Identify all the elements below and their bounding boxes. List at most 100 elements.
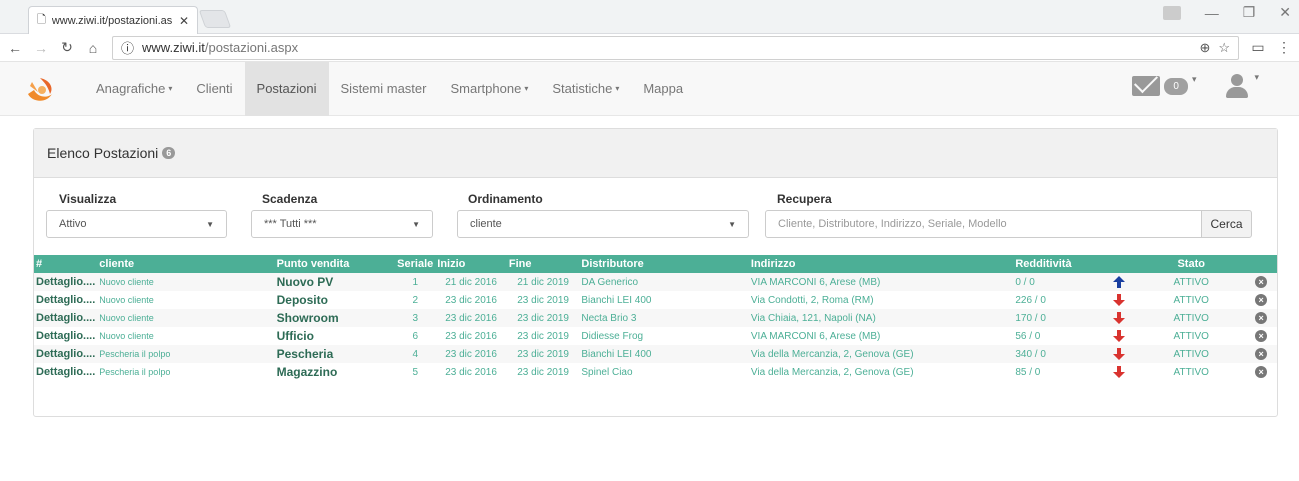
logo-icon[interactable]	[24, 72, 58, 106]
fine-cell: 23 dic 2019	[517, 366, 569, 378]
search-button[interactable]: Cerca	[1201, 210, 1252, 238]
search-input[interactable]: Cliente, Distributore, Indirizzo, Serial…	[765, 210, 1202, 238]
remove-icon[interactable]: ×	[1255, 276, 1268, 288]
detail-link[interactable]: Dettaglio....	[34, 309, 98, 327]
punto-vendita-cell: Nuovo PV	[274, 273, 396, 291]
col-hash[interactable]: #	[34, 255, 98, 273]
ordinamento-label: Ordinamento	[468, 192, 543, 206]
postazioni-table: # cliente Punto vendita Seriale Inizio F…	[34, 255, 1277, 381]
cast-icon[interactable]: ▭	[1251, 39, 1265, 56]
nav-sistemi-master[interactable]: Sistemi master	[329, 62, 439, 116]
detail-link[interactable]: Dettaglio....	[34, 345, 98, 363]
messages-menu[interactable]: 0 ▾	[1132, 74, 1197, 96]
url-host: www.ziwi.it	[142, 40, 205, 55]
distributore-cell: Necta Brio 3	[579, 309, 749, 327]
remove-icon[interactable]: ×	[1255, 294, 1268, 306]
bookmark-star-icon[interactable]: ☆	[1218, 40, 1230, 56]
chevron-down-icon: ▼	[412, 219, 420, 229]
forward-icon[interactable]: →	[34, 40, 48, 56]
arrow-down-icon	[1113, 330, 1126, 342]
table-row[interactable]: Dettaglio.... Pescheria il polpo Magazzino…	[34, 363, 1277, 381]
table-row[interactable]: Dettaglio.... Pescheria il polpo Pescheria…	[34, 345, 1277, 363]
table-row[interactable]: Dettaglio.... Nuovo cliente Deposito 2 23 di…	[34, 291, 1277, 309]
col-cliente[interactable]: cliente	[97, 255, 275, 273]
nav-statistiche[interactable]: Statistiche ▾	[540, 62, 631, 116]
cliente-cell: Pescheria il polpo	[97, 345, 275, 363]
nav-clienti[interactable]: Clienti	[184, 62, 244, 116]
ordinamento-select[interactable]: cliente ▼	[457, 210, 749, 238]
detail-link[interactable]: Dettaglio....	[34, 363, 97, 381]
table-row[interactable]: Dettaglio.... Nuovo cliente Nuovo PV 1 21 di…	[34, 273, 1277, 291]
inizio-cell: 23 dic 2016	[445, 330, 497, 342]
nav-label: Mappa	[643, 81, 684, 96]
arrow-down-icon	[1113, 348, 1126, 360]
fine-cell: 23 dic 2019	[506, 345, 580, 363]
zoom-icon[interactable]: ⊕	[1199, 40, 1210, 56]
trend-cell	[1109, 345, 1130, 363]
col-indirizzo[interactable]: Indirizzo	[748, 255, 1014, 273]
table-row[interactable]: Dettaglio.... Nuovo cliente Ufficio 6 23 dic…	[34, 327, 1277, 345]
menu-icon[interactable]: ⋮	[1277, 39, 1291, 56]
redditivita-cell: 56 / 0	[1015, 330, 1041, 342]
scadenza-select[interactable]: *** Tutti *** ▼	[251, 210, 433, 238]
nav-smartphone[interactable]: Smartphone ▾	[438, 62, 540, 116]
punto-vendita-cell: Pescheria	[274, 345, 396, 363]
caret-down-icon: ▾	[1191, 74, 1197, 84]
stato-cell: ATTIVO	[1129, 345, 1254, 363]
nav-mappa[interactable]: Mappa	[631, 62, 695, 116]
close-window-icon[interactable]: ✕	[1279, 4, 1291, 21]
detail-link[interactable]: Dettaglio....	[34, 273, 98, 291]
remove-icon[interactable]: ×	[1255, 330, 1268, 342]
detail-link[interactable]: Dettaglio....	[34, 291, 97, 309]
restore-icon[interactable]: ❐	[1243, 4, 1256, 21]
seriale-cell: 4	[395, 345, 436, 363]
nav-postazioni[interactable]: Postazioni	[244, 61, 329, 116]
home-icon[interactable]: ⌂	[86, 40, 100, 56]
profile-icon[interactable]	[1162, 5, 1181, 20]
remove-icon[interactable]: ×	[1255, 348, 1268, 360]
col-inizio[interactable]: Inizio	[435, 255, 507, 273]
scadenza-label: Scadenza	[262, 192, 318, 206]
new-tab-button[interactable]	[198, 10, 232, 28]
browser-tab[interactable]: 🗋 www.ziwi.it/postazioni.as ✕	[28, 6, 198, 34]
visualizza-select[interactable]: Attivo ▼	[46, 210, 227, 238]
filters-bar: Visualizza Attivo ▼ Scadenza *** Tutti *…	[34, 178, 1277, 254]
indirizzo-cell: Via Condotti, 2, Roma (RM)	[750, 294, 874, 306]
minimize-icon[interactable]: —	[1205, 5, 1219, 21]
col-seriale[interactable]: Seriale	[395, 255, 436, 273]
col-redditivita[interactable]: Redditività	[1013, 255, 1110, 273]
address-bar: ← → ↻ ⌂ ⓘ www.ziwi.it/postazioni.aspx ⊕ …	[0, 34, 1299, 62]
caret-down-icon: ▾	[168, 84, 173, 93]
punto-vendita-cell: Magazzino	[276, 365, 338, 379]
nav-anagrafiche[interactable]: Anagrafiche ▾	[84, 62, 184, 116]
cliente-cell: Nuovo cliente	[97, 273, 275, 291]
col-punto-vendita[interactable]: Punto vendita	[274, 255, 396, 273]
nav-right: 0 ▾ ▾	[1132, 72, 1259, 98]
col-distributore[interactable]: Distributore	[579, 255, 749, 273]
scadenza-value: *** Tutti ***	[264, 218, 317, 230]
col-actions	[1253, 255, 1277, 273]
user-menu[interactable]: ▾	[1226, 72, 1259, 98]
col-fine[interactable]: Fine	[506, 255, 580, 273]
distributore-cell: Bianchi LEI 400	[579, 345, 749, 363]
close-tab-icon[interactable]: ✕	[179, 14, 189, 28]
arrow-down-icon	[1113, 366, 1126, 378]
trend-cell	[1109, 291, 1129, 309]
url-field[interactable]: ⓘ www.ziwi.it/postazioni.aspx ⊕ ☆	[112, 35, 1239, 60]
reload-icon[interactable]: ↻	[60, 39, 74, 56]
nav-label: Sistemi master	[340, 81, 427, 96]
cliente-cell: Pescheria il polpo	[99, 367, 171, 377]
remove-icon[interactable]: ×	[1255, 312, 1268, 324]
col-stato[interactable]: Stato	[1129, 255, 1254, 273]
back-icon[interactable]: ←	[8, 40, 22, 56]
chevron-down-icon: ▼	[728, 219, 736, 229]
table-row[interactable]: Dettaglio.... Nuovo cliente Showroom 3 23 di…	[34, 309, 1277, 327]
remove-icon[interactable]: ×	[1255, 366, 1268, 378]
detail-link[interactable]: Dettaglio....	[34, 327, 97, 345]
app-navbar: Anagrafiche ▾ Clienti Postazioni Sistemi …	[0, 61, 1299, 116]
url-path: /postazioni.aspx	[204, 40, 299, 55]
nav-label: Clienti	[196, 81, 233, 96]
user-icon	[1226, 74, 1249, 98]
info-icon[interactable]: ⓘ	[121, 38, 134, 57]
redditivita-cell: 170 / 0	[1013, 309, 1110, 327]
